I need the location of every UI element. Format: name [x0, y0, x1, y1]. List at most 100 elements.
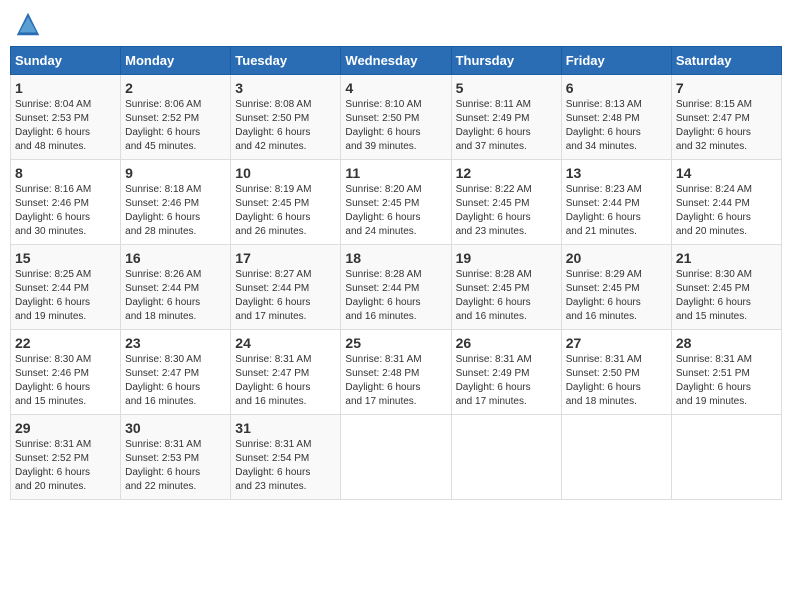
day-number: 30	[125, 420, 226, 436]
calendar-day-cell: 31 Sunrise: 8:31 AM Sunset: 2:54 PM Dayli…	[231, 415, 341, 500]
day-number: 26	[456, 335, 557, 351]
empty-cell	[451, 415, 561, 500]
day-info: Sunrise: 8:28 AM Sunset: 2:45 PM Dayligh…	[456, 268, 557, 324]
day-number: 11	[345, 165, 446, 181]
calendar-day-cell: 19 Sunrise: 8:28 AM Sunset: 2:45 PM Dayli…	[451, 245, 561, 330]
day-number: 4	[345, 80, 446, 96]
calendar-day-cell: 18 Sunrise: 8:28 AM Sunset: 2:44 PM Dayli…	[341, 245, 451, 330]
day-info: Sunrise: 8:30 AM Sunset: 2:46 PM Dayligh…	[15, 353, 116, 409]
day-info: Sunrise: 8:30 AM Sunset: 2:47 PM Dayligh…	[125, 353, 226, 409]
calendar-day-cell: 3 Sunrise: 8:08 AM Sunset: 2:50 PM Daylig…	[231, 75, 341, 160]
calendar-day-cell: 30 Sunrise: 8:31 AM Sunset: 2:53 PM Dayli…	[121, 415, 231, 500]
column-header-tuesday: Tuesday	[231, 47, 341, 75]
calendar-day-cell: 20 Sunrise: 8:29 AM Sunset: 2:45 PM Dayli…	[561, 245, 671, 330]
day-number: 25	[345, 335, 446, 351]
day-number: 21	[676, 250, 777, 266]
day-number: 20	[566, 250, 667, 266]
day-info: Sunrise: 8:18 AM Sunset: 2:46 PM Dayligh…	[125, 183, 226, 239]
day-number: 10	[235, 165, 336, 181]
day-number: 24	[235, 335, 336, 351]
calendar-week-row: 8 Sunrise: 8:16 AM Sunset: 2:46 PM Daylig…	[11, 160, 782, 245]
calendar-day-cell: 21Sunrise: 8:30 AM Sunset: 2:45 PM Dayli…	[671, 245, 781, 330]
day-number: 2	[125, 80, 226, 96]
calendar-day-cell: 25 Sunrise: 8:31 AM Sunset: 2:48 PM Dayli…	[341, 330, 451, 415]
calendar-day-cell: 10 Sunrise: 8:19 AM Sunset: 2:45 PM Dayli…	[231, 160, 341, 245]
calendar-day-cell: 9Sunrise: 8:18 AM Sunset: 2:46 PM Daylig…	[121, 160, 231, 245]
calendar-day-cell: 6 Sunrise: 8:13 AM Sunset: 2:48 PM Daylig…	[561, 75, 671, 160]
calendar-day-cell: 26Sunrise: 8:31 AM Sunset: 2:49 PM Dayli…	[451, 330, 561, 415]
day-info: Sunrise: 8:10 AM Sunset: 2:50 PM Dayligh…	[345, 98, 446, 154]
calendar-day-cell: 28 Sunrise: 8:31 AM Sunset: 2:51 PM Dayli…	[671, 330, 781, 415]
day-number: 1	[15, 80, 116, 96]
calendar-day-cell: 1 Sunrise: 8:04 AM Sunset: 2:53 PM Daylig…	[11, 75, 121, 160]
day-info: Sunrise: 8:08 AM Sunset: 2:50 PM Dayligh…	[235, 98, 336, 154]
calendar-day-cell: 5 Sunrise: 8:11 AM Sunset: 2:49 PM Daylig…	[451, 75, 561, 160]
day-number: 15	[15, 250, 116, 266]
empty-cell	[341, 415, 451, 500]
day-number: 28	[676, 335, 777, 351]
day-number: 17	[235, 250, 336, 266]
calendar-day-cell: 22 Sunrise: 8:30 AM Sunset: 2:46 PM Dayli…	[11, 330, 121, 415]
day-number: 5	[456, 80, 557, 96]
day-info: Sunrise: 8:04 AM Sunset: 2:53 PM Dayligh…	[15, 98, 116, 154]
day-info: Sunrise: 8:23 AM Sunset: 2:44 PM Dayligh…	[566, 183, 667, 239]
calendar-day-cell: 27 Sunrise: 8:31 AM Sunset: 2:50 PM Dayli…	[561, 330, 671, 415]
calendar-day-cell: 8 Sunrise: 8:16 AM Sunset: 2:46 PM Daylig…	[11, 160, 121, 245]
column-header-saturday: Saturday	[671, 47, 781, 75]
day-info: Sunrise: 8:26 AM Sunset: 2:44 PM Dayligh…	[125, 268, 226, 324]
day-number: 12	[456, 165, 557, 181]
day-info: Sunrise: 8:31 AM Sunset: 2:52 PM Dayligh…	[15, 438, 116, 494]
calendar-day-cell: 13 Sunrise: 8:23 AM Sunset: 2:44 PM Dayli…	[561, 160, 671, 245]
day-number: 19	[456, 250, 557, 266]
day-info: Sunrise: 8:31 AM Sunset: 2:54 PM Dayligh…	[235, 438, 336, 494]
day-info: Sunrise: 8:15 AM Sunset: 2:47 PM Dayligh…	[676, 98, 777, 154]
calendar-day-cell: 29Sunrise: 8:31 AM Sunset: 2:52 PM Dayli…	[11, 415, 121, 500]
calendar-day-cell: 7 Sunrise: 8:15 AM Sunset: 2:47 PM Daylig…	[671, 75, 781, 160]
day-number: 16	[125, 250, 226, 266]
column-header-thursday: Thursday	[451, 47, 561, 75]
calendar-day-cell: 17Sunrise: 8:27 AM Sunset: 2:44 PM Dayli…	[231, 245, 341, 330]
day-info: Sunrise: 8:31 AM Sunset: 2:51 PM Dayligh…	[676, 353, 777, 409]
empty-cell	[561, 415, 671, 500]
day-number: 14	[676, 165, 777, 181]
day-info: Sunrise: 8:31 AM Sunset: 2:53 PM Dayligh…	[125, 438, 226, 494]
day-number: 23	[125, 335, 226, 351]
day-info: Sunrise: 8:19 AM Sunset: 2:45 PM Dayligh…	[235, 183, 336, 239]
day-info: Sunrise: 8:28 AM Sunset: 2:44 PM Dayligh…	[345, 268, 446, 324]
day-number: 7	[676, 80, 777, 96]
day-number: 8	[15, 165, 116, 181]
calendar-week-row: 1 Sunrise: 8:04 AM Sunset: 2:53 PM Daylig…	[11, 75, 782, 160]
day-info: Sunrise: 8:06 AM Sunset: 2:52 PM Dayligh…	[125, 98, 226, 154]
column-header-wednesday: Wednesday	[341, 47, 451, 75]
calendar-day-cell: 24Sunrise: 8:31 AM Sunset: 2:47 PM Dayli…	[231, 330, 341, 415]
day-number: 13	[566, 165, 667, 181]
calendar-week-row: 22 Sunrise: 8:30 AM Sunset: 2:46 PM Dayli…	[11, 330, 782, 415]
day-info: Sunrise: 8:31 AM Sunset: 2:48 PM Dayligh…	[345, 353, 446, 409]
day-number: 3	[235, 80, 336, 96]
day-info: Sunrise: 8:29 AM Sunset: 2:45 PM Dayligh…	[566, 268, 667, 324]
header	[10, 10, 782, 38]
calendar-day-cell: 12Sunrise: 8:22 AM Sunset: 2:45 PM Dayli…	[451, 160, 561, 245]
day-info: Sunrise: 8:13 AM Sunset: 2:48 PM Dayligh…	[566, 98, 667, 154]
day-number: 18	[345, 250, 446, 266]
calendar-header-row: SundayMondayTuesdayWednesdayThursdayFrid…	[11, 47, 782, 75]
calendar-day-cell: 16 Sunrise: 8:26 AM Sunset: 2:44 PM Dayli…	[121, 245, 231, 330]
calendar-day-cell: 14 Sunrise: 8:24 AM Sunset: 2:44 PM Dayli…	[671, 160, 781, 245]
day-info: Sunrise: 8:24 AM Sunset: 2:44 PM Dayligh…	[676, 183, 777, 239]
calendar-day-cell: 2 Sunrise: 8:06 AM Sunset: 2:52 PM Daylig…	[121, 75, 231, 160]
calendar-table: SundayMondayTuesdayWednesdayThursdayFrid…	[10, 46, 782, 500]
day-number: 22	[15, 335, 116, 351]
calendar-day-cell: 4 Sunrise: 8:10 AM Sunset: 2:50 PM Daylig…	[341, 75, 451, 160]
calendar-week-row: 15 Sunrise: 8:25 AM Sunset: 2:44 PM Dayli…	[11, 245, 782, 330]
day-number: 31	[235, 420, 336, 436]
day-info: Sunrise: 8:31 AM Sunset: 2:50 PM Dayligh…	[566, 353, 667, 409]
column-header-sunday: Sunday	[11, 47, 121, 75]
day-number: 27	[566, 335, 667, 351]
calendar-day-cell: 23 Sunrise: 8:30 AM Sunset: 2:47 PM Dayli…	[121, 330, 231, 415]
calendar-day-cell: 11Sunrise: 8:20 AM Sunset: 2:45 PM Dayli…	[341, 160, 451, 245]
day-number: 6	[566, 80, 667, 96]
day-info: Sunrise: 8:16 AM Sunset: 2:46 PM Dayligh…	[15, 183, 116, 239]
day-info: Sunrise: 8:11 AM Sunset: 2:49 PM Dayligh…	[456, 98, 557, 154]
logo-icon	[14, 10, 42, 38]
day-info: Sunrise: 8:25 AM Sunset: 2:44 PM Dayligh…	[15, 268, 116, 324]
